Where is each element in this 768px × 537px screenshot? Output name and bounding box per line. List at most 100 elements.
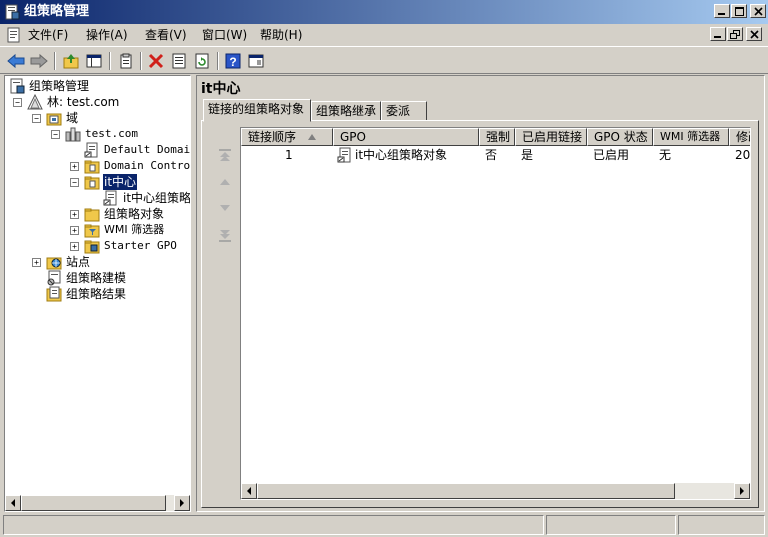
tab-delegation[interactable]: 委派 xyxy=(381,101,427,121)
domain-icon xyxy=(65,127,81,142)
refresh-button[interactable] xyxy=(192,51,212,71)
scroll-thumb[interactable] xyxy=(21,495,166,511)
column-gpo-status[interactable]: GPO 状态 xyxy=(587,128,653,146)
sites-icon xyxy=(46,257,62,270)
column-modified[interactable]: 修改 xyxy=(729,128,750,146)
expand-icon[interactable]: + xyxy=(32,258,41,267)
tree-item-starter-gpo[interactable]: + Starter GPO xyxy=(5,238,190,254)
mdi-minimize-button[interactable] xyxy=(710,27,726,41)
up-folder-icon xyxy=(63,54,79,69)
move-to-bottom-button[interactable] xyxy=(216,227,234,245)
tree-item-gp-results[interactable]: 组策略结果 xyxy=(5,286,190,302)
tree-item-domain-controllers[interactable]: + Domain Control xyxy=(5,158,190,174)
expand-icon[interactable]: + xyxy=(70,226,79,235)
tree-item-domain[interactable]: − test.com xyxy=(5,126,185,142)
tree-item-wmi-filters[interactable]: + WMI 筛选器 xyxy=(5,222,190,238)
tab-linked-gpos[interactable]: 链接的组策略对象 xyxy=(203,99,311,122)
menu-window[interactable]: 窗口(W) xyxy=(202,27,247,43)
menu-bar: 文件(F) 操作(A) 查看(V) 窗口(W) 帮助(H) xyxy=(0,24,768,46)
expand-icon[interactable]: + xyxy=(70,242,79,251)
title-bar: 组策略管理 xyxy=(0,0,768,24)
menu-action[interactable]: 操作(A) xyxy=(86,27,128,43)
show-hide-tree-button[interactable] xyxy=(84,51,104,71)
column-link-enabled[interactable]: 已启用链接 xyxy=(515,128,587,146)
expand-icon[interactable]: + xyxy=(70,162,79,171)
help-icon: ? xyxy=(225,53,241,69)
linked-gpo-list[interactable]: 链接顺序 GPO 强制 已启用链接 GPO 状态 WMI 筛选器 修改 1 it… xyxy=(240,127,751,500)
tree-label: 站点 xyxy=(66,255,91,269)
collapse-icon[interactable]: − xyxy=(51,130,60,139)
tree-item-it-center-ou[interactable]: − it中心 xyxy=(5,173,190,191)
folder-icon xyxy=(84,208,100,222)
cell-gpo-name: it中心组策略对象 xyxy=(355,148,448,162)
tree-label: 组策略结果 xyxy=(66,287,127,301)
tree-horizontal-scrollbar[interactable] xyxy=(5,495,190,511)
help-button[interactable]: ? xyxy=(223,51,243,71)
menu-help[interactable]: 帮助(H) xyxy=(260,27,302,43)
cell-enforced: 否 xyxy=(485,148,498,162)
collapse-icon[interactable]: − xyxy=(32,114,41,123)
move-down-icon xyxy=(220,205,230,211)
tree-item-sites[interactable]: + 站点 xyxy=(5,254,190,270)
export-list-button[interactable] xyxy=(169,51,189,71)
menu-file[interactable]: 文件(F) xyxy=(28,27,68,43)
up-folder-button[interactable] xyxy=(61,51,81,71)
move-to-bottom-icon xyxy=(219,230,231,242)
move-down-button[interactable] xyxy=(216,199,234,217)
scroll-right-button[interactable] xyxy=(174,495,190,511)
cell-modified: 201 xyxy=(735,148,751,162)
gpmc-app-icon xyxy=(5,4,20,20)
minimize-icon xyxy=(718,13,725,15)
menu-view[interactable]: 查看(V) xyxy=(145,27,187,43)
tree-item-gpo-objects[interactable]: + 组策略对象 xyxy=(5,206,190,222)
gpo-link-icon xyxy=(103,190,117,206)
delete-button[interactable] xyxy=(146,51,166,71)
status-panel-3 xyxy=(678,515,765,535)
close-button[interactable] xyxy=(750,4,766,18)
tree-item-forest[interactable]: − 林: test.com xyxy=(5,94,185,110)
column-gpo[interactable]: GPO xyxy=(333,128,479,146)
move-to-top-button[interactable] xyxy=(216,146,234,164)
tree-item-domains[interactable]: − 域 xyxy=(5,110,185,126)
document-icon xyxy=(7,27,20,43)
tree-label: 组策略建模 xyxy=(66,271,127,285)
show-action-pane-button[interactable] xyxy=(246,51,266,71)
ou-folder-icon xyxy=(84,160,100,174)
mdi-restore-button[interactable] xyxy=(727,27,743,41)
domains-folder-icon xyxy=(46,113,62,126)
list-horizontal-scrollbar[interactable] xyxy=(241,483,750,499)
tree-label: WMI 筛选器 xyxy=(104,223,165,236)
tree-label: 域 xyxy=(66,111,79,125)
tree-item-gp-modeling[interactable]: 组策略建模 xyxy=(5,270,190,286)
results-icon xyxy=(46,286,62,302)
console-tree[interactable]: 组策略管理 − 林: test.com − 域 − test.com Defau… xyxy=(4,75,191,512)
tree-item-default-domain-policy[interactable]: Default Domain xyxy=(5,142,190,158)
show-action-pane-icon xyxy=(248,54,264,68)
gpmc-root-icon xyxy=(10,78,25,94)
minimize-button[interactable] xyxy=(714,4,730,18)
cell-link-order: 1 xyxy=(285,148,293,162)
tree-label: Starter GPO xyxy=(104,239,177,252)
tree-item-it-center-gpo-link[interactable]: it中心组策略 xyxy=(5,190,190,206)
mdi-close-button[interactable] xyxy=(746,27,762,41)
move-up-button[interactable] xyxy=(216,173,234,191)
scroll-right-button[interactable] xyxy=(734,483,750,499)
properties-icon xyxy=(120,53,132,69)
column-wmi-filter[interactable]: WMI 筛选器 xyxy=(653,128,729,146)
maximize-button[interactable] xyxy=(731,4,747,18)
properties-button[interactable] xyxy=(116,51,136,71)
scroll-left-button[interactable] xyxy=(5,495,21,511)
collapse-icon[interactable]: − xyxy=(13,98,22,107)
column-enforced[interactable]: 强制 xyxy=(479,128,515,146)
scroll-thumb[interactable] xyxy=(257,483,675,499)
cell-wmi-filter: 无 xyxy=(659,148,672,162)
table-row[interactable]: 1 it中心组策略对象 否 是 已启用 无 201 xyxy=(241,146,751,164)
back-button[interactable] xyxy=(6,51,26,71)
tab-gp-inheritance[interactable]: 组策略继承 xyxy=(311,101,381,121)
forward-icon xyxy=(30,53,48,69)
scroll-left-button[interactable] xyxy=(241,483,257,499)
forward-button[interactable] xyxy=(29,51,49,71)
column-link-order[interactable]: 链接顺序 xyxy=(241,128,333,146)
collapse-icon[interactable]: − xyxy=(70,178,79,187)
expand-icon[interactable]: + xyxy=(70,210,79,219)
